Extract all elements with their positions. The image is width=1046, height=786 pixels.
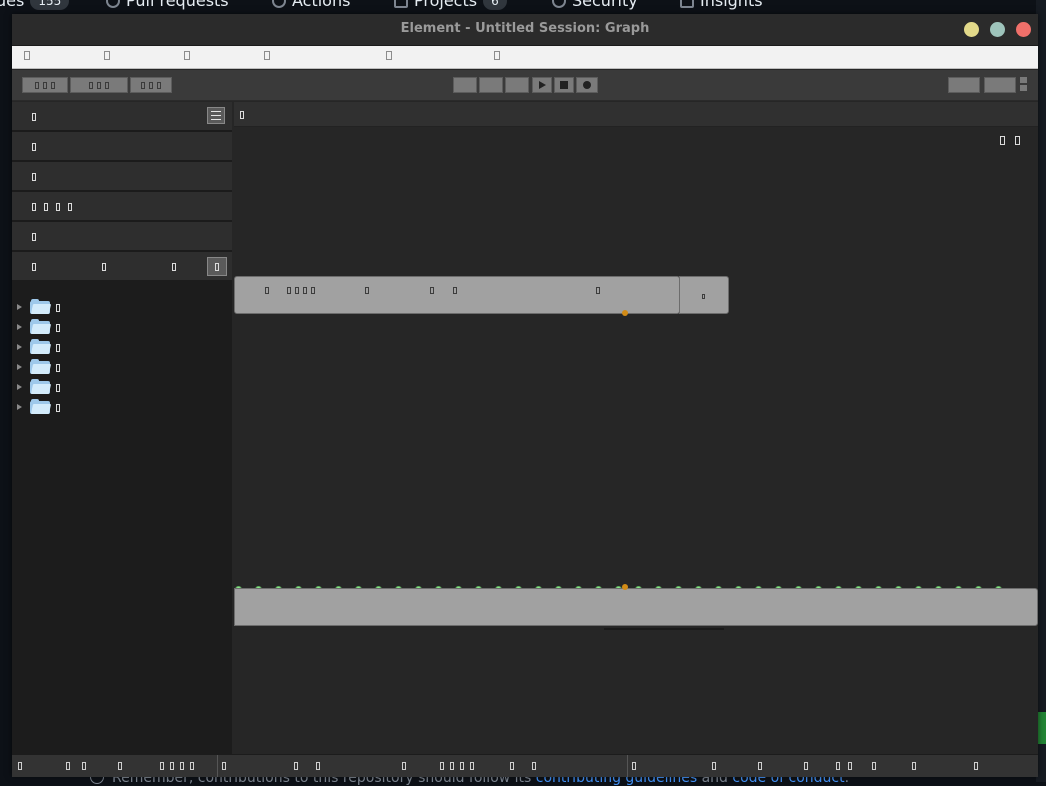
menu-item-3[interactable] bbox=[184, 51, 190, 60]
window-title: Element - Untitled Session: Graph bbox=[400, 21, 650, 36]
status-bar bbox=[12, 754, 1038, 777]
menu-bar bbox=[12, 46, 1038, 69]
toolbar-button-3[interactable] bbox=[130, 77, 172, 93]
zoom-indicator bbox=[1015, 136, 1020, 145]
tree-item[interactable] bbox=[12, 358, 232, 378]
bg-tab-issues-count: 155 bbox=[30, 0, 70, 10]
panel-column-header bbox=[12, 252, 232, 280]
bg-tab-projects-label: Projects bbox=[414, 0, 478, 10]
tree-item[interactable] bbox=[12, 318, 232, 338]
toolbar-blank-button-2[interactable] bbox=[479, 77, 503, 93]
folder-icon bbox=[30, 319, 52, 335]
bg-tab-projects-count: 6 bbox=[483, 0, 507, 10]
node-shadow bbox=[604, 628, 724, 630]
folder-icon bbox=[30, 379, 52, 395]
toolbar-button-2[interactable] bbox=[70, 77, 128, 93]
graph-node-upper[interactable] bbox=[234, 276, 680, 314]
bg-tab-insights-label: Insights bbox=[700, 0, 763, 10]
menu-item-2[interactable] bbox=[104, 51, 110, 60]
graph-canvas[interactable] bbox=[234, 102, 1038, 754]
minimize-button[interactable] bbox=[964, 22, 979, 37]
expand-arrow-icon[interactable] bbox=[17, 364, 22, 370]
panel-row-1[interactable] bbox=[12, 102, 232, 132]
expand-arrow-icon[interactable] bbox=[17, 404, 22, 410]
bg-tab-actions-label: Actions bbox=[292, 0, 351, 10]
folder-icon bbox=[30, 359, 52, 375]
toolbar-grip-bottom[interactable] bbox=[1020, 85, 1027, 91]
column-header-2[interactable] bbox=[102, 263, 106, 271]
zoom-indicator bbox=[1000, 136, 1005, 145]
hamburger-menu-icon[interactable] bbox=[207, 107, 225, 124]
folder-icon bbox=[30, 399, 52, 415]
column-header-3[interactable] bbox=[172, 263, 176, 271]
status-segment-2 bbox=[218, 755, 628, 777]
column-header-1[interactable] bbox=[32, 263, 36, 271]
record-icon bbox=[583, 81, 591, 89]
projects-icon bbox=[394, 0, 408, 8]
bg-tab-actions[interactable]: Actions bbox=[272, 0, 350, 10]
expand-arrow-icon[interactable] bbox=[17, 324, 22, 330]
bg-tab-security[interactable]: Security bbox=[552, 0, 638, 10]
actions-icon bbox=[272, 0, 286, 8]
tree-item[interactable] bbox=[12, 298, 232, 318]
graph-icon bbox=[680, 0, 694, 8]
expand-arrow-icon[interactable] bbox=[17, 384, 22, 390]
bg-tab-issues[interactable]: ues 155 bbox=[0, 0, 70, 10]
tree-item[interactable] bbox=[12, 338, 232, 358]
play-button[interactable] bbox=[532, 77, 552, 93]
toolbar-button-1[interactable] bbox=[22, 77, 68, 93]
graph-tab-bar bbox=[234, 102, 1038, 127]
left-panel bbox=[12, 102, 232, 754]
tree-item[interactable] bbox=[12, 378, 232, 398]
status-segment-1 bbox=[12, 755, 218, 777]
background-repo-tabs: ues 155 Pull requests Actions Projects 6… bbox=[0, 0, 1046, 14]
wire-connection-point[interactable] bbox=[622, 310, 628, 316]
toolbar-blank-button-3[interactable] bbox=[505, 77, 529, 93]
stop-button[interactable] bbox=[554, 77, 574, 93]
shield-icon bbox=[552, 0, 566, 8]
panel-row-4[interactable] bbox=[12, 192, 232, 222]
panel-row-2[interactable] bbox=[12, 132, 232, 162]
panel-row-5[interactable] bbox=[12, 222, 232, 252]
stop-icon bbox=[560, 81, 568, 89]
expand-arrow-icon[interactable] bbox=[17, 344, 22, 350]
graph-tab[interactable] bbox=[240, 111, 244, 119]
graph-node-lower[interactable] bbox=[234, 588, 1038, 626]
toolbar-blank-button-1[interactable] bbox=[453, 77, 477, 93]
close-button[interactable] bbox=[1016, 22, 1031, 37]
menu-item-1[interactable] bbox=[24, 51, 30, 60]
play-icon bbox=[538, 81, 546, 89]
pull-request-icon bbox=[106, 0, 120, 8]
maximize-button[interactable] bbox=[990, 22, 1005, 37]
app-window: Element - Untitled Session: Graph bbox=[12, 14, 1038, 777]
tree-item[interactable] bbox=[12, 398, 232, 418]
menu-item-6[interactable] bbox=[494, 51, 500, 60]
bg-tab-projects[interactable]: Projects 6 bbox=[394, 0, 507, 10]
expand-arrow-icon[interactable] bbox=[17, 304, 22, 310]
bg-tab-pull-requests-label: Pull requests bbox=[126, 0, 229, 10]
menu-item-5[interactable] bbox=[386, 51, 392, 60]
bg-tab-pull-requests[interactable]: Pull requests bbox=[106, 0, 229, 10]
panel-row-3[interactable] bbox=[12, 162, 232, 192]
folder-icon bbox=[30, 299, 52, 315]
title-bar[interactable]: Element - Untitled Session: Graph bbox=[12, 14, 1038, 46]
toolbar-right-button-1[interactable] bbox=[948, 77, 980, 93]
toolbar bbox=[12, 70, 1038, 101]
toolbar-grip-top[interactable] bbox=[1020, 77, 1027, 83]
graph-node-upper-handle[interactable] bbox=[679, 276, 729, 314]
folder-icon bbox=[30, 339, 52, 355]
status-segment-3 bbox=[628, 755, 1038, 777]
wire-connection-point[interactable] bbox=[622, 584, 628, 590]
menu-item-4[interactable] bbox=[264, 51, 270, 60]
column-options-button[interactable] bbox=[207, 257, 227, 276]
bg-tab-security-label: Security bbox=[572, 0, 638, 10]
toolbar-right-button-2[interactable] bbox=[984, 77, 1016, 93]
bg-tab-insights[interactable]: Insights bbox=[680, 0, 763, 10]
bg-tab-issues-label: ues bbox=[0, 0, 25, 10]
record-button[interactable] bbox=[576, 77, 598, 93]
